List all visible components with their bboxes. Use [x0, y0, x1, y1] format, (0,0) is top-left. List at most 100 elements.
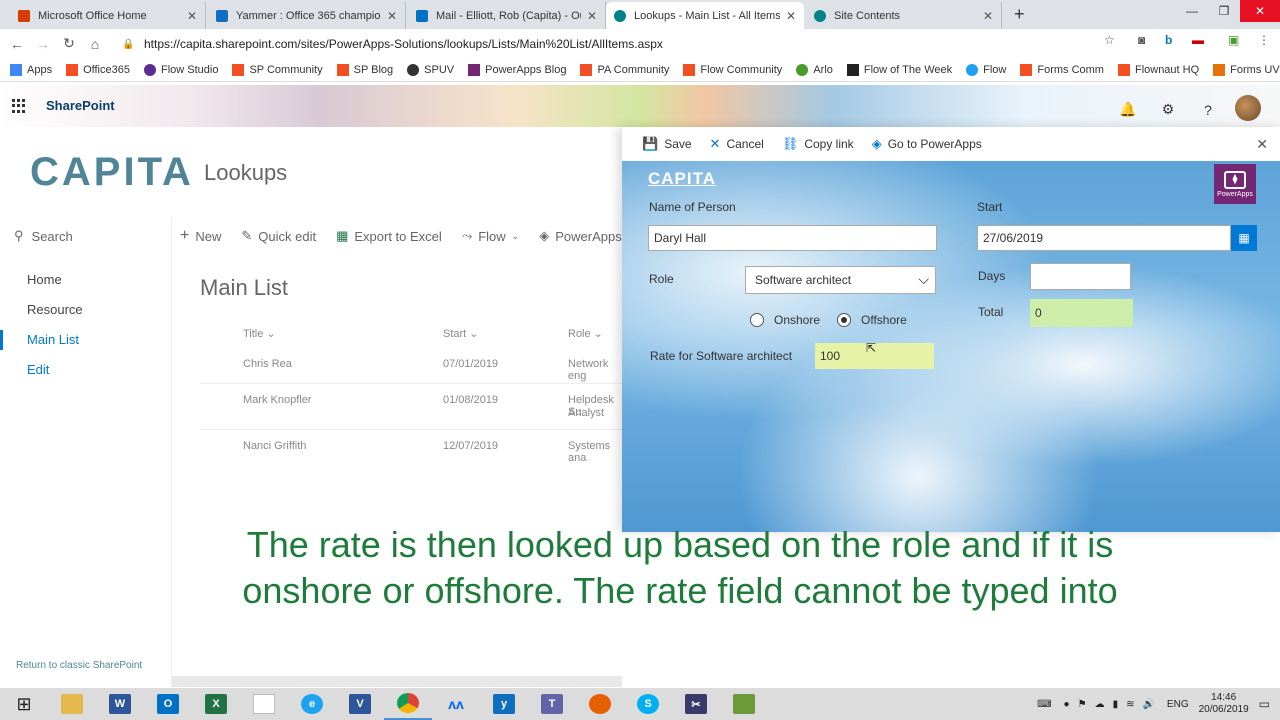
taskbar-app[interactable]: ᴧᴧ: [432, 688, 480, 720]
home-icon[interactable]: ⌂: [82, 36, 108, 52]
close-tab-icon[interactable]: ✕: [786, 9, 796, 23]
name-input[interactable]: Daryl Hall: [648, 225, 937, 251]
site-logo[interactable]: CAPITA: [30, 150, 194, 195]
column-header-role[interactable]: Role ⌄: [568, 327, 603, 340]
nav-item-home[interactable]: Home: [27, 272, 62, 287]
nav-item-edit[interactable]: Edit: [27, 362, 49, 377]
bookmark[interactable]: Forms Comm: [1020, 63, 1104, 76]
table-row[interactable]: Chris Rea 07/01/2019 Network eng: [200, 346, 622, 384]
bing-icon[interactable]: b: [1165, 33, 1172, 47]
nav-item-resource[interactable]: Resource: [27, 302, 83, 317]
close-tab-icon[interactable]: ✕: [983, 9, 993, 23]
nav-item-main-list[interactable]: Main List: [27, 332, 79, 347]
bookmark[interactable]: Flow of The Week: [846, 63, 952, 76]
onedrive-icon[interactable]: ☁: [1095, 699, 1105, 710]
taskbar-app[interactable]: S: [624, 688, 672, 720]
notifications-icon[interactable]: ▭: [1259, 697, 1270, 711]
bookmark[interactable]: Flownaut HQ: [1117, 63, 1199, 76]
save-button[interactable]: 💾 Save: [642, 136, 692, 152]
extension-icon[interactable]: ▬: [1192, 33, 1204, 47]
taskbar-app[interactable]: T: [528, 688, 576, 720]
bookmark[interactable]: SP Blog: [336, 63, 393, 76]
app-launcher-icon[interactable]: [12, 99, 26, 113]
cancel-button[interactable]: ✕ Cancel: [710, 136, 764, 152]
taskbar-app[interactable]: [48, 688, 96, 720]
bookmark[interactable]: Forms UV: [1213, 63, 1280, 76]
search-box[interactable]: ⚲ Search: [14, 228, 73, 244]
copy-link-button[interactable]: ⛓ Copy link: [782, 136, 854, 152]
taskbar-app[interactable]: [576, 688, 624, 720]
cell-title[interactable]: Mark Knopfler: [243, 394, 311, 406]
taskbar-app[interactable]: V: [336, 688, 384, 720]
volume-icon[interactable]: 🔊: [1142, 699, 1154, 710]
role-dropdown[interactable]: Software architect ⌵: [745, 266, 936, 294]
table-row[interactable]: Nanci Griffith 12/07/2019 Systems ana: [200, 430, 622, 464]
return-classic-link[interactable]: Return to classic SharePoint: [16, 660, 142, 671]
gear-icon[interactable]: ⚙: [1148, 101, 1188, 118]
browser-tab[interactable]: Yammer : Office 365 champions ✕: [208, 2, 406, 29]
taskbar-app[interactable]: [720, 688, 768, 720]
browser-tab-active[interactable]: Lookups - Main List - All Items ✕: [606, 2, 804, 29]
close-window-icon[interactable]: ✕: [1240, 0, 1280, 22]
url-field[interactable]: 🔒 https://capita.sharepoint.com/sites/Po…: [122, 33, 1122, 55]
cell-title[interactable]: Chris Rea: [243, 358, 292, 370]
site-title[interactable]: Lookups: [204, 160, 287, 186]
cell-title[interactable]: Nanci Griffith: [243, 440, 306, 452]
taskbar-app[interactable]: W: [96, 688, 144, 720]
calendar-icon[interactable]: ▦: [1231, 225, 1257, 251]
bookmark[interactable]: PowerApps Blog: [468, 63, 566, 76]
radio-onshore[interactable]: Onshore: [750, 313, 820, 327]
minimize-icon[interactable]: —: [1176, 0, 1208, 22]
maximize-icon[interactable]: ❐: [1208, 0, 1240, 22]
bookmark[interactable]: SP Community: [232, 63, 323, 76]
bell-icon[interactable]: 🔔: [1108, 101, 1148, 118]
radio-offshore[interactable]: Offshore: [837, 313, 907, 327]
menu-icon[interactable]: ⋮: [1258, 33, 1270, 47]
taskbar-app[interactable]: ✂: [672, 688, 720, 720]
browser-tab[interactable]: Site Contents ✕: [806, 2, 1002, 29]
browser-tab[interactable]: Mail - Elliott, Rob (Capita) - Outl ✕: [408, 2, 606, 29]
new-button[interactable]: + New: [180, 227, 221, 245]
new-tab-icon[interactable]: +: [1014, 4, 1025, 25]
close-tab-icon[interactable]: ✕: [587, 9, 597, 23]
taskbar-app-active[interactable]: [384, 688, 432, 720]
clock[interactable]: 14:46 20/06/2019: [1199, 692, 1249, 716]
extension-icon[interactable]: ▣: [1228, 33, 1239, 47]
close-tab-icon[interactable]: ✕: [187, 9, 197, 23]
avatar[interactable]: [1228, 95, 1268, 124]
table-row[interactable]: Mark Knopfler 01/08/2019 Helpdesk Su Ana…: [200, 384, 622, 430]
back-icon[interactable]: ←: [4, 36, 30, 52]
browser-tab[interactable]: Microsoft Office Home ✕: [10, 2, 206, 29]
bookmark[interactable]: Apps: [10, 63, 52, 76]
taskbar-app[interactable]: X: [192, 688, 240, 720]
bookmark[interactable]: Office365: [66, 63, 130, 76]
start-date-input[interactable]: 27/06/2019: [977, 225, 1231, 251]
powerapps-button[interactable]: ◈PowerApps⌄: [539, 228, 635, 244]
network-icon[interactable]: ●: [1064, 699, 1070, 710]
help-icon[interactable]: ?: [1188, 102, 1228, 118]
star-icon[interactable]: ☆: [1104, 33, 1115, 47]
close-tab-icon[interactable]: ✕: [387, 9, 397, 23]
close-panel-icon[interactable]: ✕: [1256, 136, 1268, 153]
sharepoint-title[interactable]: SharePoint: [46, 98, 115, 113]
reload-icon[interactable]: ↻: [56, 35, 82, 52]
wifi-icon[interactable]: ≋: [1126, 699, 1134, 710]
export-excel-button[interactable]: ▦ Export to Excel: [336, 228, 442, 244]
language-indicator[interactable]: ENG: [1167, 699, 1189, 710]
keyboard-icon[interactable]: ⌨: [1037, 699, 1051, 710]
days-input[interactable]: [1030, 263, 1131, 290]
bookmark[interactable]: SPUV: [407, 63, 454, 76]
battery-icon[interactable]: ▮: [1113, 699, 1119, 710]
camera-icon[interactable]: ◙: [1138, 33, 1145, 47]
flag-icon[interactable]: ⚑: [1078, 699, 1087, 710]
bookmark[interactable]: Arlo: [796, 63, 833, 76]
flow-button[interactable]: ⤳ Flow ⌄: [462, 228, 519, 244]
bookmark[interactable]: PA Community: [580, 63, 669, 76]
horizontal-scrollbar[interactable]: [172, 676, 622, 687]
column-header-title[interactable]: Title ⌄: [243, 327, 276, 340]
quick-edit-button[interactable]: ✎ Quick edit: [241, 228, 316, 244]
go-to-powerapps-button[interactable]: ◈ Go to PowerApps: [872, 136, 982, 152]
bookmark[interactable]: Flow: [966, 63, 1006, 76]
taskbar-app[interactable]: y: [480, 688, 528, 720]
taskbar-app[interactable]: O: [144, 688, 192, 720]
